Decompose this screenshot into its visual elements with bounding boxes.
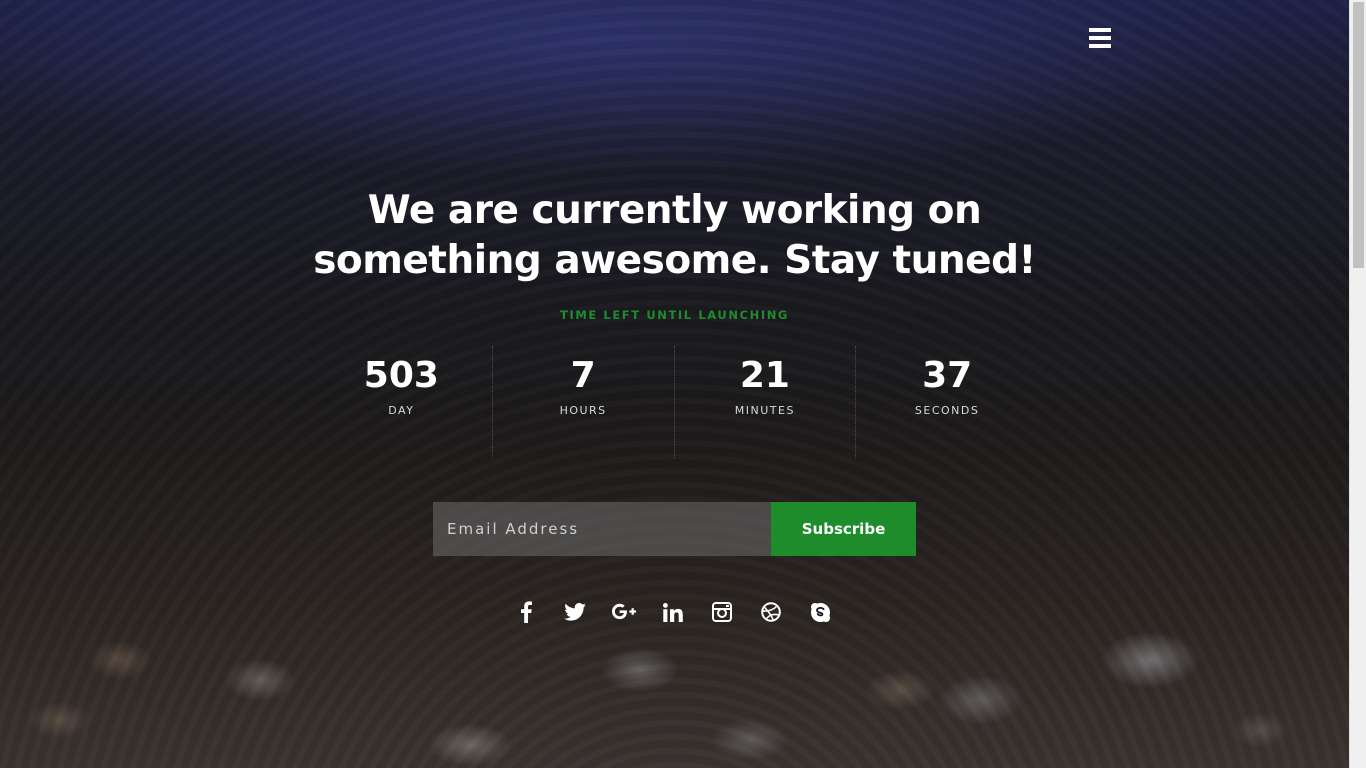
countdown-seconds: 37 SECONDS — [856, 346, 1038, 458]
countdown-label: DAY — [388, 404, 415, 417]
twitter-icon[interactable] — [561, 598, 589, 626]
countdown-value: 21 — [739, 355, 790, 396]
google-plus-icon[interactable] — [610, 598, 638, 626]
email-field[interactable] — [433, 502, 771, 556]
headline-line-1: We are currently working on — [367, 188, 982, 233]
countdown-label: MINUTES — [734, 404, 795, 417]
dribbble-icon[interactable] — [757, 598, 785, 626]
headline-line-2: something awesome. Stay tuned! — [313, 238, 1036, 283]
hamburger-menu-icon[interactable] — [1089, 28, 1111, 48]
instagram-icon[interactable] — [708, 598, 736, 626]
page-scrollbar[interactable] — [1349, 0, 1366, 768]
subscribe-form: Subscribe — [433, 502, 916, 556]
social-links — [512, 598, 834, 626]
linkedin-icon[interactable] — [659, 598, 687, 626]
countdown-label: HOURS — [559, 404, 607, 417]
countdown-minutes: 21 MINUTES — [675, 346, 857, 458]
skype-icon[interactable] — [806, 598, 834, 626]
scrollbar-thumb[interactable] — [1353, 2, 1364, 268]
countdown-value: 7 — [570, 355, 596, 396]
countdown-label: SECONDS — [914, 404, 980, 417]
countdown-value: 503 — [363, 355, 439, 396]
countdown-timer: 503 DAY 7 HOURS 21 MINUTES 37 SECONDS — [311, 346, 1038, 458]
facebook-icon[interactable] — [512, 598, 540, 626]
subscribe-button[interactable]: Subscribe — [771, 502, 916, 556]
page-title: We are currently working on something aw… — [0, 186, 1349, 286]
countdown-value: 37 — [922, 355, 973, 396]
countdown-hours: 7 HOURS — [493, 346, 675, 458]
countdown-subtitle: TIME LEFT UNTIL LAUNCHING — [560, 308, 789, 322]
countdown-days: 503 DAY — [311, 346, 493, 458]
